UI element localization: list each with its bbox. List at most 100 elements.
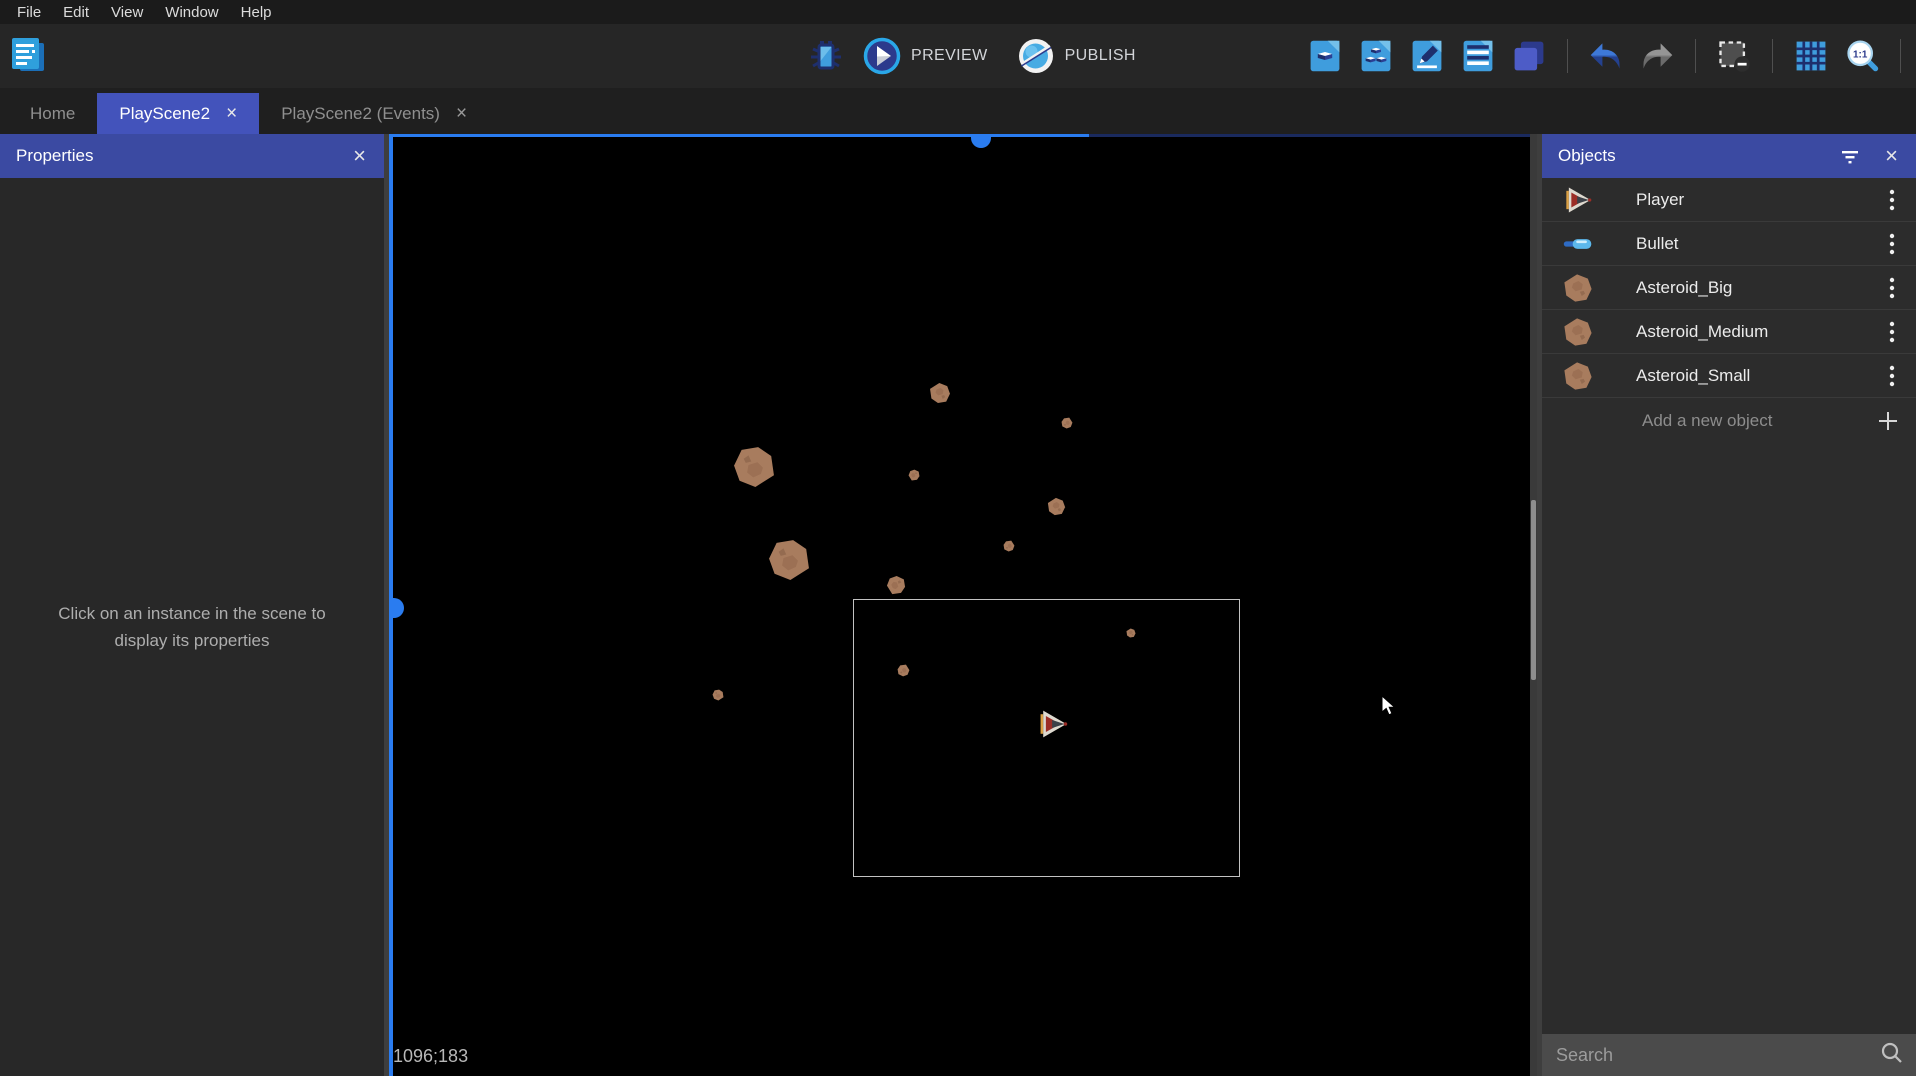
publish-button[interactable]: PUBLISH bbox=[1016, 36, 1136, 76]
object-row-player[interactable]: Player bbox=[1542, 178, 1916, 222]
svg-text:1:1: 1:1 bbox=[1853, 49, 1868, 60]
grid-icon[interactable] bbox=[1792, 37, 1830, 75]
objects-panel-filler bbox=[1542, 444, 1916, 1034]
asteroid-icon bbox=[1562, 360, 1594, 392]
objects-list: Player Bullet Asteroid_Big Asteroid_Medium A… bbox=[1542, 178, 1916, 398]
menu-item-file[interactable]: File bbox=[6, 4, 52, 21]
canvas-scrollbar-thumb[interactable] bbox=[1531, 500, 1536, 680]
asteroid-instance[interactable] bbox=[1126, 625, 1136, 643]
mouse-cursor-icon bbox=[1381, 695, 1397, 721]
object-row-asteroid_big[interactable]: Asteroid_Big bbox=[1542, 266, 1916, 310]
tab-label: PlayScene2 bbox=[119, 104, 210, 124]
asteroid-instance[interactable] bbox=[1061, 416, 1073, 434]
toolbar-separator bbox=[1695, 39, 1696, 73]
menu-item-help[interactable]: Help bbox=[230, 4, 283, 21]
tab-bar: Home PlayScene2 × PlayScene2 (Events) × bbox=[0, 88, 1916, 134]
tab-playscene2[interactable]: PlayScene2 × bbox=[97, 93, 259, 134]
player-instance[interactable] bbox=[1037, 708, 1069, 745]
toolbar-right: 1:1 bbox=[1306, 24, 1916, 88]
bullet-icon bbox=[1562, 228, 1594, 260]
asteroid-instance[interactable] bbox=[767, 538, 811, 587]
canvas-top-line-dark bbox=[1089, 134, 1537, 137]
properties-empty-message: Click on an instance in the scene to dis… bbox=[0, 600, 384, 654]
clear-selection-icon[interactable] bbox=[1715, 37, 1753, 75]
left-resize-handle[interactable] bbox=[393, 598, 404, 618]
object-row-bullet[interactable]: Bullet bbox=[1542, 222, 1916, 266]
menu-item-view[interactable]: View bbox=[100, 4, 154, 21]
objects-editor-icon[interactable] bbox=[1306, 37, 1344, 75]
object-label: Asteroid_Small bbox=[1636, 366, 1882, 386]
close-icon[interactable]: × bbox=[456, 104, 467, 123]
cursor-coordinates: 1096;183 bbox=[393, 1046, 468, 1067]
search-icon bbox=[1880, 1041, 1904, 1070]
object-label: Bullet bbox=[1636, 234, 1882, 254]
object-label: Asteroid_Big bbox=[1636, 278, 1882, 298]
close-icon[interactable]: × bbox=[351, 145, 368, 167]
menu-item-window[interactable]: Window bbox=[154, 4, 229, 21]
asteroid-instance[interactable] bbox=[712, 688, 724, 706]
objects-panel-header: Objects × bbox=[1542, 134, 1916, 178]
object-row-asteroid_medium[interactable]: Asteroid_Medium bbox=[1542, 310, 1916, 354]
redo-icon[interactable] bbox=[1638, 37, 1676, 75]
asteroid-instance[interactable] bbox=[897, 664, 910, 682]
toolbar-separator bbox=[1772, 39, 1773, 73]
toolbar-separator bbox=[1900, 39, 1901, 73]
asteroid-instance[interactable] bbox=[886, 575, 906, 600]
top-resize-handle[interactable] bbox=[971, 137, 991, 148]
object-search-input[interactable] bbox=[1554, 1044, 1880, 1067]
instances-list-icon[interactable] bbox=[1459, 37, 1497, 75]
preview-label: PREVIEW bbox=[911, 47, 988, 65]
object-search-bar bbox=[1542, 1034, 1916, 1076]
preview-button[interactable]: PREVIEW bbox=[862, 36, 988, 76]
publish-label: PUBLISH bbox=[1065, 47, 1136, 65]
asteroid-instance[interactable] bbox=[1047, 497, 1066, 521]
tab-label: PlayScene2 (Events) bbox=[281, 104, 440, 124]
properties-panel-body: Click on an instance in the scene to dis… bbox=[0, 178, 384, 1076]
canvas-scrollbar[interactable] bbox=[1530, 134, 1537, 1076]
properties-editor-icon[interactable] bbox=[1408, 37, 1446, 75]
menu-item-edit[interactable]: Edit bbox=[52, 4, 100, 21]
close-icon[interactable]: × bbox=[226, 104, 237, 123]
main-area: Properties × Click on an instance in the… bbox=[0, 134, 1916, 1076]
kebab-menu-icon[interactable] bbox=[1882, 320, 1902, 344]
asteroid-instance[interactable] bbox=[908, 468, 920, 486]
toolbar: PREVIEW PUBLISH 1:1 bbox=[0, 24, 1916, 88]
objects-panel: Objects × Player Bullet Asteroid_Big Astero… bbox=[1542, 134, 1916, 1076]
debug-icon[interactable] bbox=[806, 36, 846, 76]
asteroid-instance[interactable] bbox=[929, 382, 951, 409]
tab-label: Home bbox=[30, 104, 75, 124]
kebab-menu-icon[interactable] bbox=[1882, 232, 1902, 256]
object-groups-editor-icon[interactable] bbox=[1357, 37, 1395, 75]
object-label: Player bbox=[1636, 190, 1882, 210]
kebab-menu-icon[interactable] bbox=[1882, 188, 1902, 212]
toolbar-separator bbox=[1567, 39, 1568, 73]
asteroid-icon bbox=[1562, 316, 1594, 348]
close-icon[interactable]: × bbox=[1883, 145, 1900, 167]
player-ship-icon bbox=[1562, 184, 1594, 216]
properties-panel-title: Properties bbox=[16, 146, 93, 166]
zoom-1-1-icon[interactable]: 1:1 bbox=[1843, 37, 1881, 75]
toolbar-center: PREVIEW PUBLISH bbox=[806, 24, 1136, 88]
asteroid-icon bbox=[1562, 272, 1594, 304]
kebab-menu-icon[interactable] bbox=[1882, 364, 1902, 388]
kebab-menu-icon[interactable] bbox=[1882, 276, 1902, 300]
object-row-asteroid_small[interactable]: Asteroid_Small bbox=[1542, 354, 1916, 398]
menu-bar: FileEditViewWindowHelp bbox=[0, 0, 1916, 24]
object-label: Asteroid_Medium bbox=[1636, 322, 1882, 342]
preview-play-icon bbox=[862, 36, 902, 76]
properties-panel-header: Properties × bbox=[0, 134, 384, 178]
tab-home[interactable]: Home bbox=[8, 93, 97, 134]
tab-playscene2-events[interactable]: PlayScene2 (Events) × bbox=[259, 93, 489, 134]
add-new-object-row[interactable]: Add a new object bbox=[1542, 398, 1916, 444]
layers-editor-icon[interactable] bbox=[1510, 37, 1548, 75]
objects-panel-title: Objects bbox=[1558, 146, 1616, 166]
scene-canvas[interactable]: 1096;183 bbox=[389, 134, 1537, 1076]
publish-globe-icon bbox=[1016, 36, 1056, 76]
plus-icon[interactable] bbox=[1876, 409, 1900, 433]
asteroid-instance[interactable] bbox=[1003, 539, 1015, 557]
undo-icon[interactable] bbox=[1587, 37, 1625, 75]
project-manager-icon[interactable] bbox=[8, 36, 48, 76]
filter-icon[interactable] bbox=[1839, 145, 1861, 167]
asteroid-instance[interactable] bbox=[732, 445, 776, 494]
add-new-object-label: Add a new object bbox=[1642, 411, 1772, 431]
